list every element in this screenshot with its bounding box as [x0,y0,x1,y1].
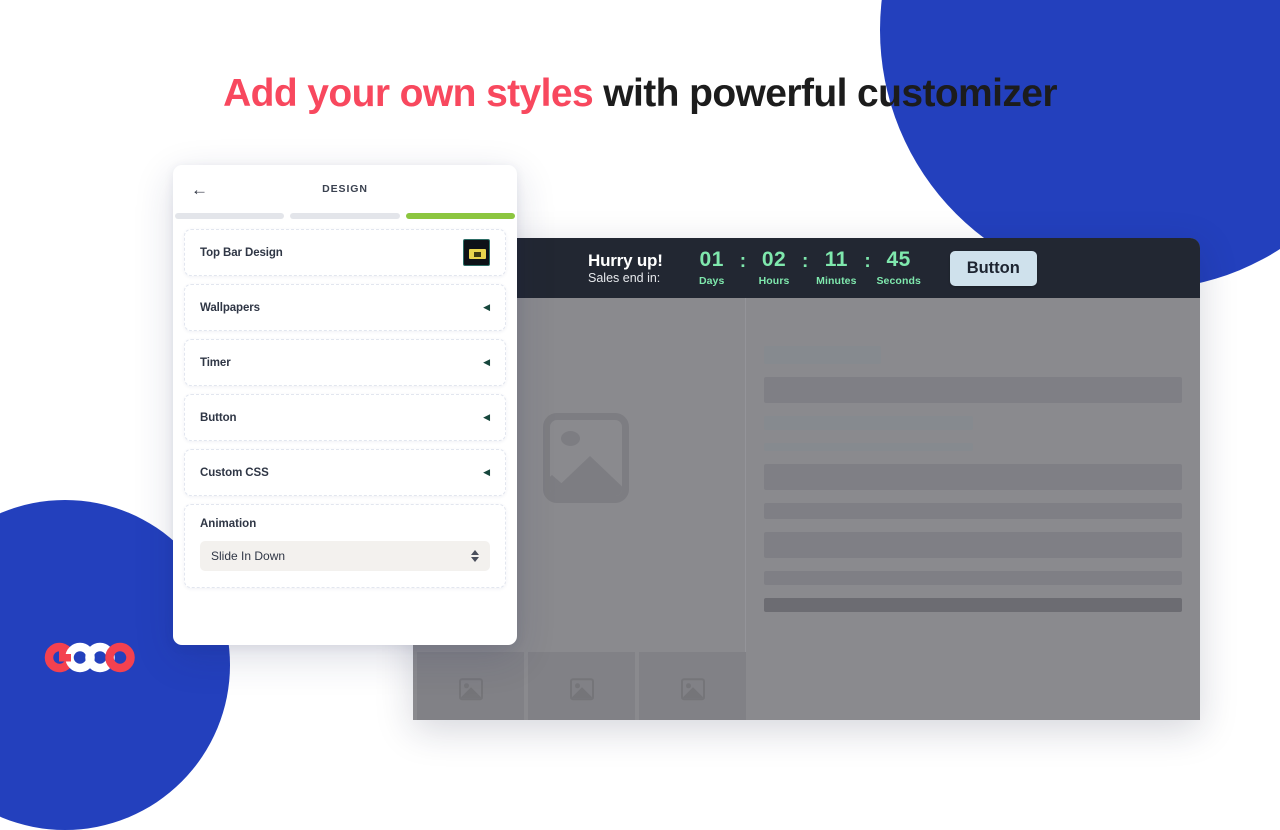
setting-label: Custom CSS [200,466,269,479]
animation-setting-card: Animation Slide In Down [184,504,506,588]
content-placeholder-bar [764,377,1182,403]
content-placeholder-bar [764,503,1182,519]
content-placeholder-bar [764,443,973,451]
countdown-clock: 01 Days : 02 Hours : 11 Minutes : 45 Sec… [689,248,922,287]
image-placeholder-icon [680,678,705,701]
setting-row-timer[interactable]: Timer ◀ [184,339,506,386]
image-placeholder-sun [561,431,580,446]
countdown-separator: : [864,250,871,272]
countdown-minutes-label: Minutes [816,274,857,287]
countdown-cta-button[interactable]: Button [949,250,1037,286]
setting-row-button[interactable]: Button ◀ [184,394,506,441]
chevron-left-icon[interactable]: ◀ [483,468,490,477]
countdown-minutes-value: 11 [824,248,848,272]
design-customizer-panel: ← DESIGN Top Bar Design Wallpapers ◀ Tim… [173,165,517,645]
top-bar-preview-swatch-icon[interactable] [463,239,490,266]
mockup-text-column [746,298,1200,720]
content-placeholder-bar [764,346,882,364]
image-placeholder-icon [458,678,483,701]
countdown-days-label: Days [698,274,725,287]
setting-label: Button [200,411,237,424]
animation-select[interactable]: Slide In Down [200,541,490,571]
setting-label: Wallpapers [200,301,260,314]
content-placeholder-bar [764,532,1182,558]
content-placeholder-bar [764,464,1182,490]
stepper-arrows-icon[interactable] [471,550,479,562]
chevron-left-icon[interactable]: ◀ [483,358,490,367]
setting-row-custom-css[interactable]: Custom CSS ◀ [184,449,506,496]
mockup-body [413,298,1200,720]
image-placeholder-icon [569,678,594,701]
back-arrow-icon[interactable]: ← [191,181,211,198]
countdown-seconds-value: 45 [886,248,911,272]
content-placeholder-bar [764,598,1182,612]
mockup-thumbnail [528,652,635,720]
setting-label: Top Bar Design [200,246,283,259]
countdown-message: Hurry up! Sales end in: [588,250,663,287]
headline-rest: with powerful customizer [593,72,1057,115]
mockup-thumbnail [639,652,746,720]
headline-accent: Add your own styles [223,72,594,115]
mockup-thumbnail [417,652,524,720]
image-placeholder-hill [550,456,622,496]
countdown-headline: Hurry up! [588,250,663,270]
countdown-unit-days: 01 Days [689,248,735,287]
content-placeholder-bar [764,416,973,430]
panel-header: ← DESIGN [173,165,517,213]
chevron-left-icon[interactable]: ◀ [483,303,490,312]
setting-label: Timer [200,356,231,369]
chevron-left-icon[interactable]: ◀ [483,413,490,422]
panel-body: Top Bar Design Wallpapers ◀ Timer ◀ Butt… [173,219,517,645]
countdown-unit-minutes: 11 Minutes [813,248,859,287]
setting-row-wallpapers[interactable]: Wallpapers ◀ [184,284,506,331]
page-preview-mockup: Hurry up! Sales end in: 01 Days : 02 Hou… [413,238,1200,720]
setting-row-top-bar-design[interactable]: Top Bar Design [184,229,506,276]
content-placeholder-bar [764,571,1182,585]
page-title: Add your own styles with powerful custom… [0,66,1280,121]
countdown-separator: : [802,250,809,272]
countdown-hours-value: 02 [761,248,787,272]
mockup-thumbnail-strip [413,648,746,720]
brand-logo [42,642,148,676]
countdown-topbar: Hurry up! Sales end in: 01 Days : 02 Hou… [413,238,1200,298]
countdown-seconds-label: Seconds [876,274,921,287]
image-placeholder-icon [543,413,629,503]
countdown-unit-seconds: 45 Seconds [876,248,922,287]
countdown-subline: Sales end in: [588,270,661,285]
panel-title: DESIGN [322,183,368,195]
countdown-days-value: 01 [699,248,724,272]
countdown-separator: : [739,250,747,272]
countdown-unit-hours: 02 Hours [751,248,797,287]
animation-selected-value: Slide In Down [211,549,286,563]
countdown-hours-label: Hours [758,274,790,287]
animation-label: Animation [200,518,257,530]
